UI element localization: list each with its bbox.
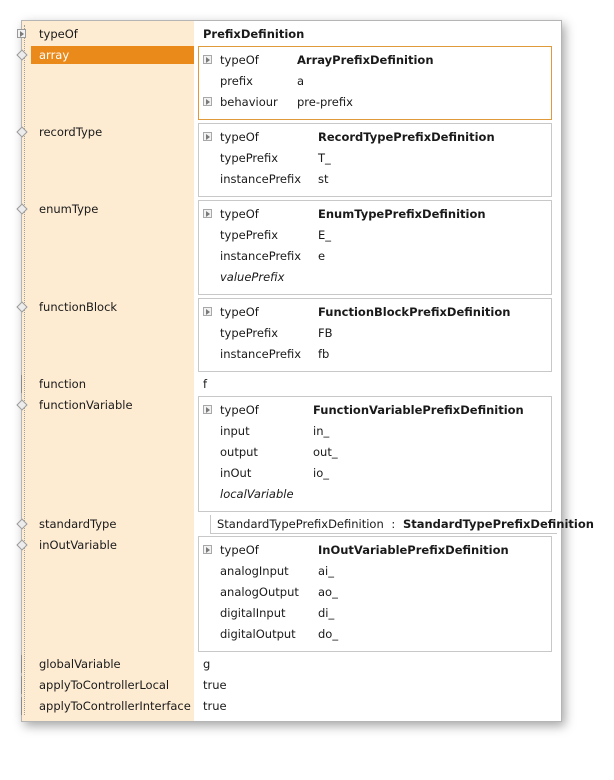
prop-name: typeOf (220, 403, 259, 417)
row-label-function: function (39, 377, 86, 391)
prop-name: instancePrefix (220, 347, 302, 361)
prop-name: localVariable (220, 487, 294, 501)
prop-name: instancePrefix (220, 249, 302, 263)
prop-name: instancePrefix (220, 172, 302, 186)
prop-value[interactable]: ArrayPrefixDefinition (297, 51, 434, 69)
prop-name: typeOf (220, 305, 259, 319)
expand-icon[interactable] (203, 132, 212, 141)
prop-name: input (220, 424, 250, 438)
prop-value[interactable]: FunctionVariablePrefixDefinition (313, 401, 524, 419)
row-label-enumtype: enumType (39, 202, 99, 216)
prop-value[interactable]: E_ (318, 226, 331, 244)
expand-icon[interactable] (203, 209, 212, 218)
row-label-typeof: typeOf (39, 27, 78, 41)
standard-type-reference[interactable]: StandardTypePrefixDefinition : StandardT… (210, 515, 594, 534)
expand-icon[interactable] (203, 55, 212, 64)
row-bar-icon (21, 697, 22, 715)
prop-name: inOut (220, 466, 252, 480)
row-bar-icon (21, 676, 22, 694)
row-label-applytocontrollerlocal: applyToControllerLocal (39, 678, 170, 692)
enum-type-prefix-definition-box[interactable]: typeOf EnumTypePrefixDefinition typePref… (198, 200, 552, 295)
prop-name: analogInput (220, 564, 289, 578)
prop-value[interactable]: in_ (313, 422, 329, 440)
prop-name: output (220, 445, 258, 459)
prop-name: typeOf (220, 543, 259, 557)
prop-name: typeOf (220, 53, 259, 67)
row-value-typeof[interactable]: PrefixDefinition (203, 25, 304, 43)
function-variable-prefix-definition-box[interactable]: typeOf FunctionVariablePrefixDefinition … (198, 396, 552, 512)
expand-icon[interactable] (203, 545, 212, 554)
in-out-variable-prefix-definition-box[interactable]: typeOf InOutVariablePrefixDefinition ana… (198, 536, 552, 652)
array-prefix-definition-box[interactable]: typeOf ArrayPrefixDefinition prefix a be… (198, 46, 552, 120)
prop-name: digitalOutput (220, 627, 296, 641)
row-value-function[interactable]: f (203, 375, 207, 393)
prop-value[interactable]: InOutVariablePrefixDefinition (318, 541, 509, 559)
prop-value[interactable]: FunctionBlockPrefixDefinition (318, 303, 510, 321)
prop-name: analogOutput (220, 585, 299, 599)
row-value-applytocontrollerinterface[interactable]: true (203, 697, 227, 715)
separator: : (391, 517, 396, 531)
type-value[interactable]: StandardTypePrefixDefinition (403, 517, 594, 531)
prop-value[interactable]: ao_ (318, 583, 338, 601)
prop-value[interactable]: a (297, 72, 304, 90)
row-label-recordtype: recordType (39, 125, 103, 139)
row-bar-icon (21, 655, 22, 673)
expand-icon[interactable] (203, 97, 212, 106)
row-label-standardtype: standardType (39, 517, 117, 531)
prop-value[interactable]: e (318, 247, 325, 265)
prop-value[interactable]: RecordTypePrefixDefinition (318, 128, 495, 146)
row-bar-icon (21, 375, 22, 393)
expand-icon[interactable] (17, 29, 26, 38)
prop-name: behaviour (220, 95, 278, 109)
prop-value[interactable]: di_ (318, 604, 334, 622)
prop-value[interactable]: io_ (313, 464, 329, 482)
prop-value[interactable]: out_ (313, 443, 338, 461)
row-value-applytocontrollerlocal[interactable]: true (203, 676, 227, 694)
property-editor-panel: typeOf PrefixDefinition array typeOf Arr… (16, 20, 594, 722)
prop-name: prefix (220, 74, 253, 88)
prop-value[interactable]: ai_ (318, 562, 334, 580)
row-label-applytocontrollerinterface: applyToControllerInterface (39, 699, 191, 713)
function-block-prefix-definition-box[interactable]: typeOf FunctionBlockPrefixDefinition typ… (198, 298, 552, 372)
prop-value[interactable]: T_ (318, 149, 331, 167)
prop-value[interactable]: EnumTypePrefixDefinition (318, 205, 486, 223)
prop-value[interactable]: pre-prefix (297, 93, 353, 111)
expand-icon[interactable] (203, 307, 212, 316)
prop-name: typeOf (220, 207, 259, 221)
prop-value[interactable]: st (318, 170, 329, 188)
row-value-globalvariable[interactable]: g (203, 655, 210, 673)
row-label-functionvariable: functionVariable (39, 398, 133, 412)
type-name: StandardTypePrefixDefinition (217, 517, 384, 531)
row-label-functionblock: functionBlock (39, 300, 118, 314)
prop-name: typePrefix (220, 151, 279, 165)
prop-name: digitalInput (220, 606, 286, 620)
prop-value[interactable]: FB (318, 324, 333, 342)
expand-icon[interactable] (203, 405, 212, 414)
prop-value[interactable]: fb (318, 345, 329, 363)
prop-name: typePrefix (220, 228, 279, 242)
prop-name: typeOf (220, 130, 259, 144)
prop-name: typePrefix (220, 326, 279, 340)
prop-value[interactable]: do_ (318, 625, 338, 643)
row-label-array[interactable]: array (31, 46, 194, 64)
prop-name: valuePrefix (220, 270, 285, 284)
row-label-inoutvariable: inOutVariable (39, 538, 117, 552)
row-label-globalvariable: globalVariable (39, 657, 121, 671)
record-type-prefix-definition-box[interactable]: typeOf RecordTypePrefixDefinition typePr… (198, 123, 552, 197)
